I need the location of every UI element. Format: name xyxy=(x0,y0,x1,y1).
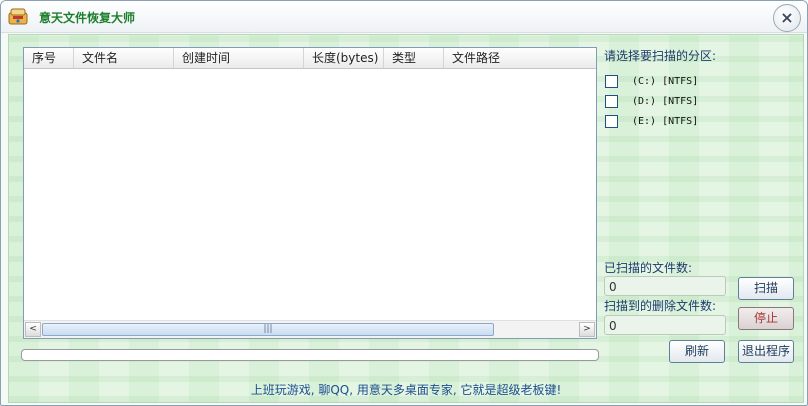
title-bar: 意天文件恢复大师 × xyxy=(1,1,807,33)
column-header-size[interactable]: 长度(bytes) xyxy=(304,48,384,68)
column-header-path[interactable]: 文件路径 xyxy=(444,48,596,68)
exit-button[interactable]: 退出程序 xyxy=(738,340,794,363)
deleted-count-label: 扫描到的删除文件数: xyxy=(604,299,717,313)
close-button[interactable]: × xyxy=(773,4,801,32)
main-panel: 序号 文件名 创建时间 长度(bytes) 类型 文件路径 < ||| > 请选… xyxy=(8,34,804,403)
partition-heading: 请选择要扫描的分区: xyxy=(604,49,717,63)
scanned-count-label: 已扫描的文件数: xyxy=(604,261,693,275)
app-logo-icon xyxy=(7,6,29,26)
partition-checkbox-d[interactable] xyxy=(605,95,618,108)
column-header-filename[interactable]: 文件名 xyxy=(74,48,174,68)
scan-button[interactable]: 扫描 xyxy=(738,277,794,300)
footer-slogan: 上班玩游戏, 聊QQ, 用意天多桌面专家, 它就是超级老板键! xyxy=(250,383,562,397)
partition-label-d: (D:) [NTFS] xyxy=(632,96,699,107)
partition-checkbox-c[interactable] xyxy=(605,75,618,88)
app-window: 意天文件恢复大师 × 序号 文件名 创建时间 长度(bytes) 类型 文件路径… xyxy=(0,0,808,406)
horizontal-scrollbar[interactable]: < ||| > xyxy=(24,320,596,338)
partition-label-e: (E:) [NTFS] xyxy=(632,116,699,127)
column-header-index[interactable]: 序号 xyxy=(24,48,74,68)
chevron-right-icon: > xyxy=(583,324,591,334)
scanned-count-field: 0 xyxy=(604,276,726,296)
partition-label-c: (C:) [NTFS] xyxy=(632,76,699,87)
column-header-type[interactable]: 类型 xyxy=(384,48,444,68)
scroll-thumb[interactable]: ||| xyxy=(42,323,494,336)
deleted-count-field: 0 xyxy=(604,315,726,335)
close-icon: × xyxy=(780,8,794,27)
scroll-right-button[interactable]: > xyxy=(579,322,595,337)
column-header-created[interactable]: 创建时间 xyxy=(174,48,304,68)
file-list-view[interactable]: 序号 文件名 创建时间 长度(bytes) 类型 文件路径 < ||| > xyxy=(23,47,597,339)
window-title: 意天文件恢复大师 xyxy=(39,11,136,25)
stop-button[interactable]: 停止 xyxy=(738,307,794,330)
scan-progress-bar xyxy=(21,349,599,361)
scroll-grip-icon: ||| xyxy=(263,324,273,334)
partition-checkbox-e[interactable] xyxy=(605,115,618,128)
chevron-left-icon: < xyxy=(29,324,37,334)
file-list-header: 序号 文件名 创建时间 长度(bytes) 类型 文件路径 xyxy=(24,48,596,69)
scroll-left-button[interactable]: < xyxy=(25,322,41,337)
refresh-button[interactable]: 刷新 xyxy=(669,340,725,363)
